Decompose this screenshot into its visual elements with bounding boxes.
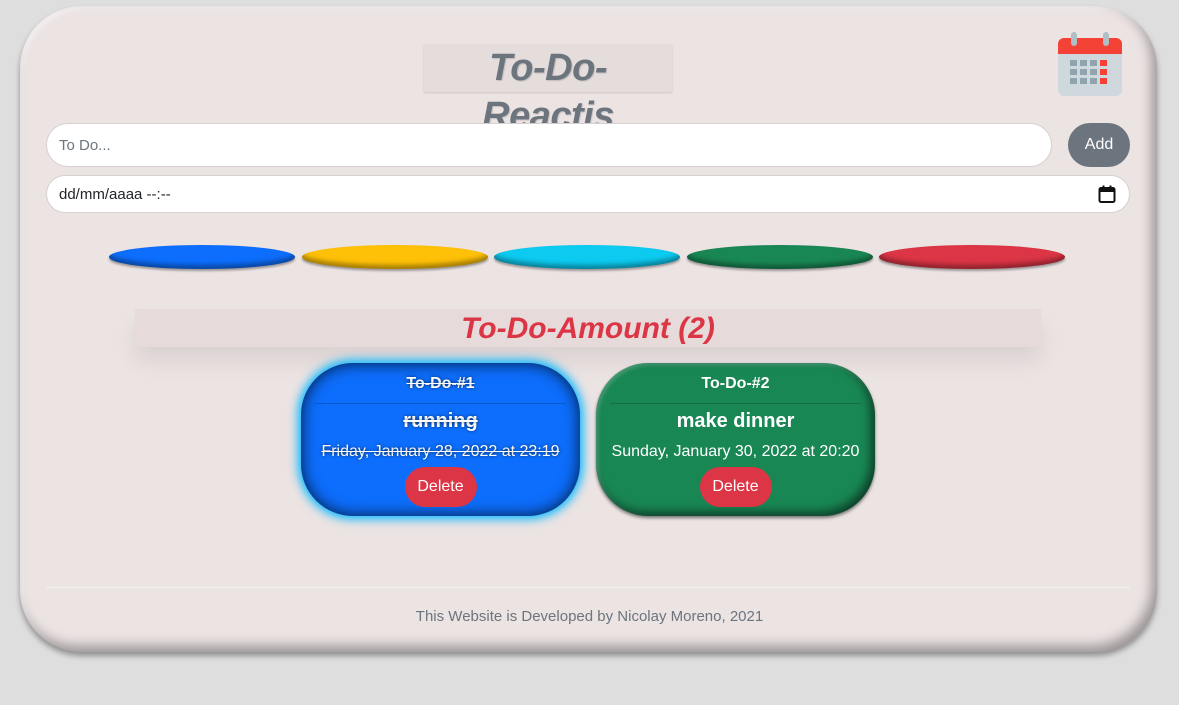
todo-input[interactable] <box>46 123 1052 167</box>
todo-card-title: make dinner <box>676 410 795 432</box>
color-option-primary[interactable] <box>109 245 295 269</box>
color-option-info[interactable] <box>494 245 680 269</box>
page-title: To-Do-Reactjs <box>424 44 672 137</box>
footer-divider <box>46 587 1130 588</box>
delete-button[interactable]: Delete <box>699 467 772 507</box>
color-option-success[interactable] <box>687 245 873 269</box>
color-option-warning[interactable] <box>302 245 488 269</box>
todo-card: To-Do-#2 make dinner Sunday, January 30,… <box>596 363 875 516</box>
calendar-picker-icon[interactable] <box>1097 184 1117 204</box>
color-option-danger[interactable] <box>879 245 1065 269</box>
datetime-input-value: dd/mm/aaaa --:-- <box>59 185 171 203</box>
todo-card: To-Do-#1 running Friday, January 28, 202… <box>301 363 580 516</box>
todo-card-date: Friday, January 28, 2022 at 23:19 <box>321 443 560 460</box>
delete-button[interactable]: Delete <box>404 467 477 507</box>
calendar-icon <box>1058 32 1122 96</box>
todo-card-header: To-Do-#2 <box>610 372 861 404</box>
todo-amount-heading: To-Do-Amount (2) <box>135 309 1041 347</box>
todo-card-header: To-Do-#1 <box>315 372 566 404</box>
footer-text: This Website is Developed by Nicolay Mor… <box>415 608 764 625</box>
todo-card-date: Sunday, January 30, 2022 at 20:20 <box>611 443 860 460</box>
add-button[interactable]: Add <box>1068 123 1130 167</box>
datetime-input[interactable]: dd/mm/aaaa --:-- <box>46 175 1130 213</box>
todo-card-title: running <box>403 410 478 432</box>
